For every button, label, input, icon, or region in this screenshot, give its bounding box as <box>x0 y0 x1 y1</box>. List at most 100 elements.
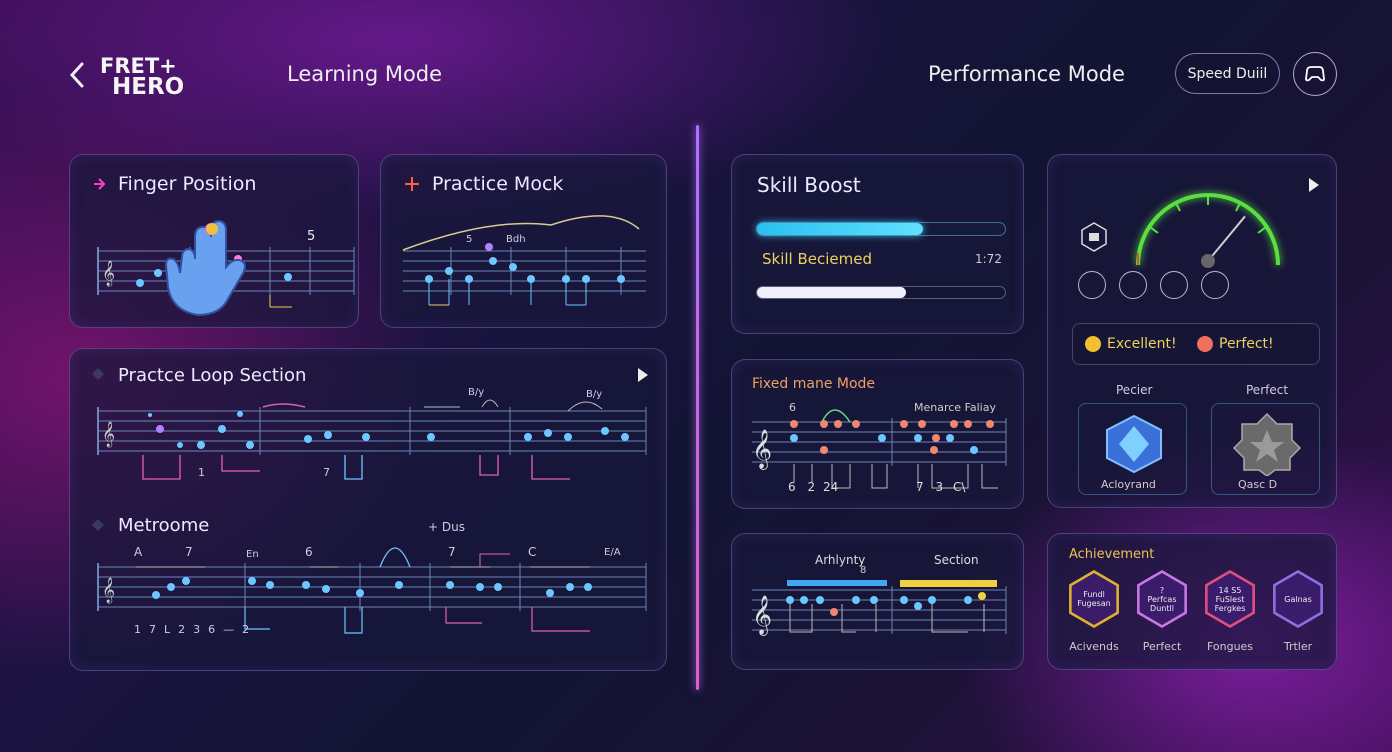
back-icon[interactable] <box>66 60 88 90</box>
met-annotation-En: En <box>246 549 259 560</box>
met-annotation-A: A <box>134 545 143 559</box>
activity-panel[interactable]: Arhlynty 8 Section 𝄞 <box>731 533 1024 670</box>
fixed-tab: 7 <box>916 480 924 494</box>
met-tab: 1 <box>134 623 141 636</box>
loop-tab-2: 7 <box>323 466 330 479</box>
performance-mode-title: Performance Mode <box>928 62 1125 86</box>
badge-label-bottom-1: Acloyrand <box>1101 478 1156 491</box>
achievement-badge[interactable]: 14 S5 FuSlest Fergkes Fongues <box>1200 570 1260 666</box>
skill-progress-fill <box>757 223 924 235</box>
rating-box: Excellent! Perfect! <box>1072 323 1320 365</box>
svg-text:𝄞: 𝄞 <box>102 577 115 603</box>
skill-boost-title: Skill Boost <box>757 173 861 197</box>
metronome-extra: + Dus <box>428 520 465 534</box>
svg-text:𝄞: 𝄞 <box>102 260 115 286</box>
skill-secondary-bar <box>756 286 1006 299</box>
met-annotation-6: 6 <box>305 545 313 559</box>
badge-label: Acivends <box>1069 640 1119 653</box>
speed-drill-button[interactable]: Speed Duiil <box>1175 53 1280 94</box>
fixed-tab: 6 <box>788 480 796 494</box>
finger-position-panel[interactable]: Finger Position 𝄞 5 <box>69 154 359 328</box>
tuner-icon[interactable] <box>1078 271 1106 299</box>
loop-annotation-1: B/y <box>468 387 485 398</box>
fixed-tab: 3 <box>935 480 944 494</box>
metronome-title: Metroome <box>118 515 210 536</box>
met-annotation-EA: E/A <box>604 547 621 558</box>
badge-card-1[interactable]: Acloyrand <box>1078 403 1187 495</box>
svg-text:𝄞: 𝄞 <box>102 421 115 447</box>
play-icon[interactable] <box>1308 177 1320 193</box>
perfect-label: Perfect! <box>1219 336 1274 352</box>
learning-mode-title: Learning Mode <box>287 62 443 86</box>
fixed-tab-row: 6 2 24 <box>788 480 838 494</box>
excellent-label: Excellent! <box>1107 336 1177 352</box>
fret-number: 5 <box>307 229 316 244</box>
met-tab-row: 1 7 L 2 3 6 — 2 <box>134 623 249 636</box>
achievement-title: Achievement <box>1069 547 1155 562</box>
badge-text: 14 S5 FuSlest Fergkes <box>1214 585 1246 613</box>
excellent-icon <box>1085 336 1101 352</box>
met-tab: 6 <box>208 623 216 636</box>
skill-time: 1:72 <box>975 252 1002 266</box>
badge-text: Galnas <box>1284 594 1312 604</box>
loop-tab-1: 1 <box>198 466 205 479</box>
badge-card-2[interactable]: Qasc D <box>1211 403 1320 495</box>
loop-annotation-2: B/y <box>586 389 603 400</box>
speed-gauge <box>1136 193 1280 268</box>
lock-icon[interactable] <box>1119 271 1147 299</box>
badge-label-top-1: Pecier <box>1116 383 1153 397</box>
achievement-badge[interactable]: ? Perfcas Duntll Perfect <box>1132 570 1192 666</box>
met-annotation-7b: 7 <box>448 545 456 559</box>
app-logo: FRET+ HERO <box>100 56 195 102</box>
perfect-icon <box>1197 336 1213 352</box>
met-tab: — <box>223 623 235 636</box>
badge-label-bottom-2: Qasc D <box>1238 478 1278 491</box>
achievement-badge[interactable]: Fundl Fugesan Acivends <box>1064 570 1124 666</box>
fixed-mode-panel[interactable]: Fixed mane Mode Menarce Faliay 6 𝄞 6 2 2… <box>731 359 1024 509</box>
fixed-tab-row-2: 7 3 C\ <box>916 480 965 494</box>
met-annotation-7: 7 <box>185 545 193 559</box>
achievement-badge[interactable]: Galnas Trtler <box>1268 570 1328 666</box>
badge-label: Fongues <box>1206 640 1254 653</box>
met-tab: L <box>164 623 171 636</box>
mock-annotation-bdh: Bdh <box>506 234 526 245</box>
badge-label-top-2: Perfect <box>1246 383 1289 397</box>
svg-text:𝄞: 𝄞 <box>752 595 772 636</box>
tempo-icon[interactable] <box>1201 271 1229 299</box>
svg-text:𝄞: 𝄞 <box>752 429 772 470</box>
skill-boost-panel[interactable]: Skill Boost Skill Beciemed 1:72 <box>731 154 1024 334</box>
fixed-mode-staff: 𝄞 <box>752 409 1007 489</box>
gem-badge-icon <box>1106 414 1162 474</box>
practice-mock-panel[interactable]: Practice Mock 5 Bdh <box>380 154 667 328</box>
achievement-panel[interactable]: Achievement Fundl Fugesan Acivends ? Per… <box>1047 533 1337 670</box>
skill-progress-bar <box>756 222 1006 236</box>
diamond-icon <box>92 519 104 531</box>
met-tab: 7 <box>149 623 156 636</box>
skill-secondary-fill <box>757 287 906 298</box>
activity-staff: 𝄞 <box>752 580 1007 636</box>
logo-line2: HERO <box>112 74 185 100</box>
achievement-badges: Fundl Fugesan Acivends ? Perfcas Duntll … <box>1064 570 1328 666</box>
fixed-tab: 2 <box>807 480 816 494</box>
met-tab: 3 <box>193 623 201 636</box>
badge-label: Trtler <box>1283 640 1313 653</box>
met-annotation-C: C <box>528 545 537 559</box>
met-tab: 2 <box>178 623 186 636</box>
fixed-tab: 24 <box>822 480 839 494</box>
fixed-tab: C\ <box>952 480 966 494</box>
skill-status-text: Skill Beciemed <box>762 250 873 268</box>
mode-divider <box>696 125 699 690</box>
gauge-panel[interactable]: Excellent! Perfect! Pecier Perfect Acloy… <box>1047 154 1337 508</box>
speaker-icon[interactable] <box>1160 271 1188 299</box>
mock-annotation-5: 5 <box>466 234 473 245</box>
badge-text: ? Perfcas Duntll <box>1147 585 1177 613</box>
gamepad-icon <box>1305 66 1325 82</box>
badge-label: Perfect <box>1142 640 1182 653</box>
hexagon-icon <box>1081 222 1107 252</box>
controller-button[interactable] <box>1293 52 1337 96</box>
met-tab: 2 <box>242 623 250 636</box>
practice-loop-panel[interactable]: Practce Loop Section 𝄞 𝄞 B/y B/y 1 7 Met… <box>69 348 667 671</box>
star-badge-icon <box>1232 412 1302 476</box>
badge-text: Fundl Fugesan <box>1077 590 1111 608</box>
gauge-icon-row <box>1078 271 1229 299</box>
